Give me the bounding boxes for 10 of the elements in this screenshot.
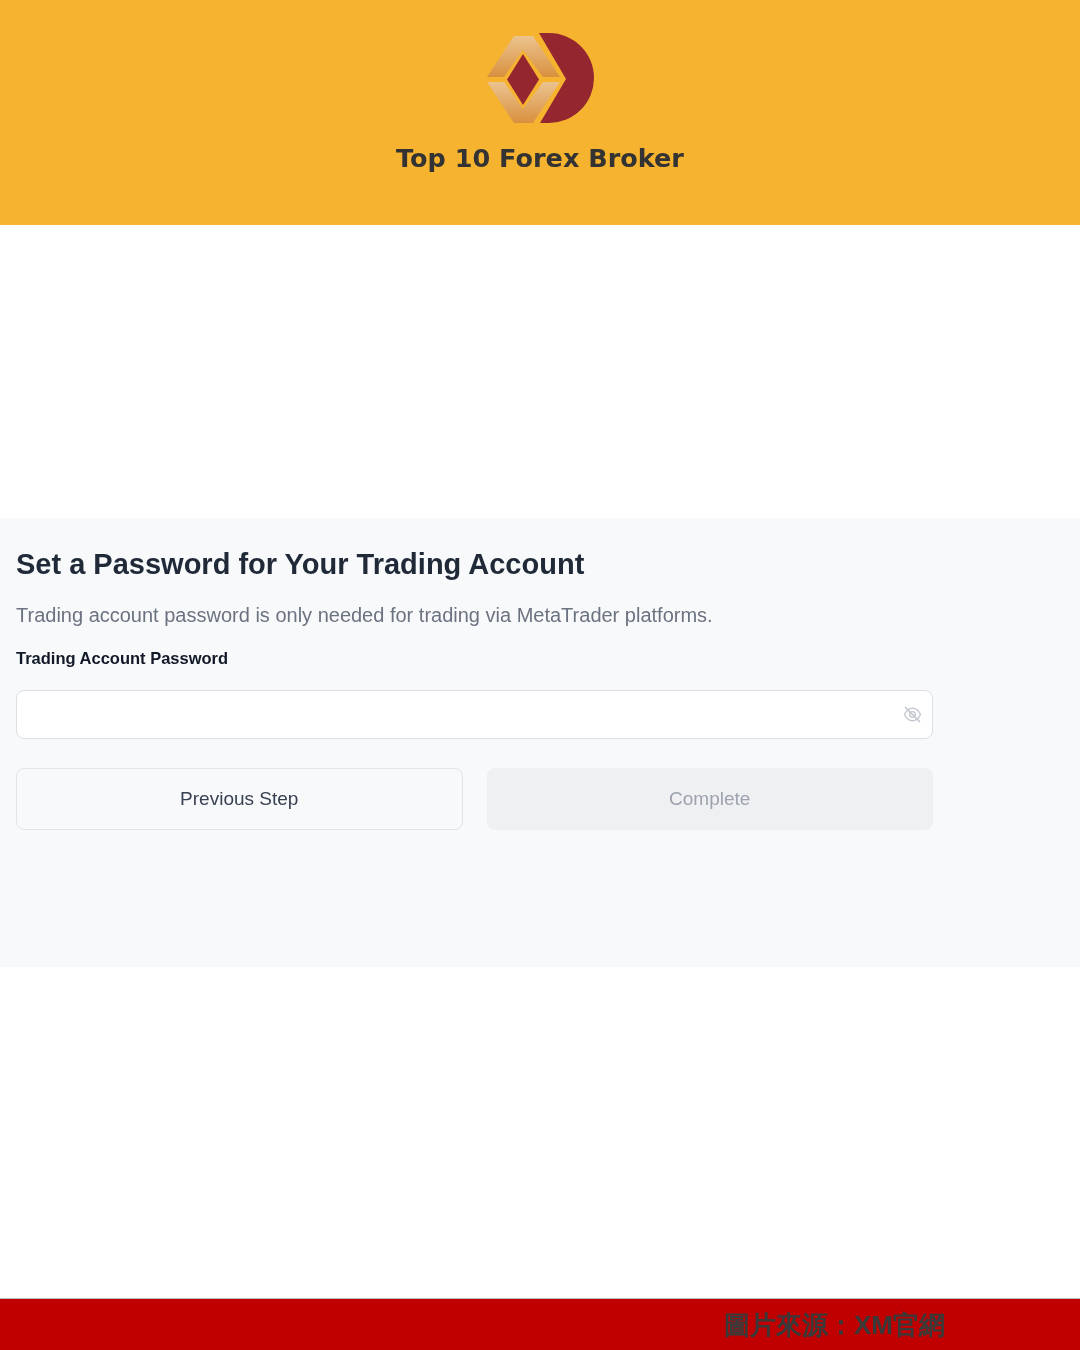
password-field[interactable] bbox=[16, 690, 933, 740]
diamond-logo-icon bbox=[486, 33, 594, 123]
complete-button: Complete bbox=[486, 768, 933, 831]
form-description: Trading account password is only needed for trading via MetaTrader platforms. bbox=[16, 602, 714, 628]
previous-step-button[interactable]: Previous Step bbox=[16, 768, 463, 831]
field-label: Trading Account Password bbox=[16, 647, 230, 669]
brand-title: Top 10 Forex Broker bbox=[396, 143, 684, 174]
image-source-caption: 圖片來源：XM官網 bbox=[724, 1311, 945, 1338]
form-title: Set a Password for Your Trading Account bbox=[16, 547, 586, 582]
eye-slash-icon[interactable] bbox=[903, 705, 922, 725]
